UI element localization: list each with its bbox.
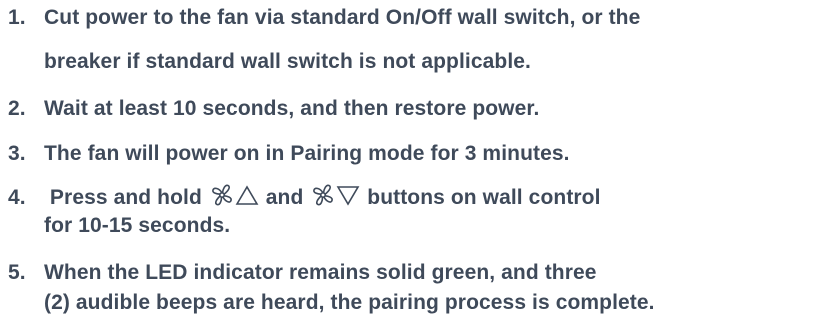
step-text: Press and hold and buttons on wall contr… [44, 180, 814, 244]
step-text-part: Press and hold [44, 186, 208, 209]
step-number: 1. [8, 6, 26, 29]
pairing-instructions: 1. Cut power to the fan via standard On/… [0, 0, 821, 332]
step-text: When the LED indicator remains solid gre… [44, 255, 814, 321]
fan-speed-up-icon [209, 183, 259, 207]
fan-speed-down-icon [310, 183, 360, 207]
step-text: Cut power to the fan via standard On/Off… [44, 0, 814, 80]
step-number: 4. [8, 186, 26, 209]
step-line: breaker if standard wall switch is not a… [44, 50, 531, 73]
step-line: (2) audible beeps are heard, the pairing… [44, 291, 655, 314]
step-text-part: and [259, 186, 310, 209]
step-text: Wait at least 10 seconds, and then resto… [44, 91, 814, 127]
step-number: 5. [8, 261, 26, 284]
step-line: The fan will power on in Pairing mode fo… [44, 142, 570, 165]
step-line: Wait at least 10 seconds, and then resto… [44, 97, 540, 120]
step-text: The fan will power on in Pairing mode fo… [44, 136, 814, 172]
step-text-part: buttons on wall control [361, 186, 601, 209]
step-line: Cut power to the fan via standard On/Off… [44, 6, 641, 29]
step-number: 2. [8, 97, 26, 120]
step-number: 3. [8, 142, 26, 165]
